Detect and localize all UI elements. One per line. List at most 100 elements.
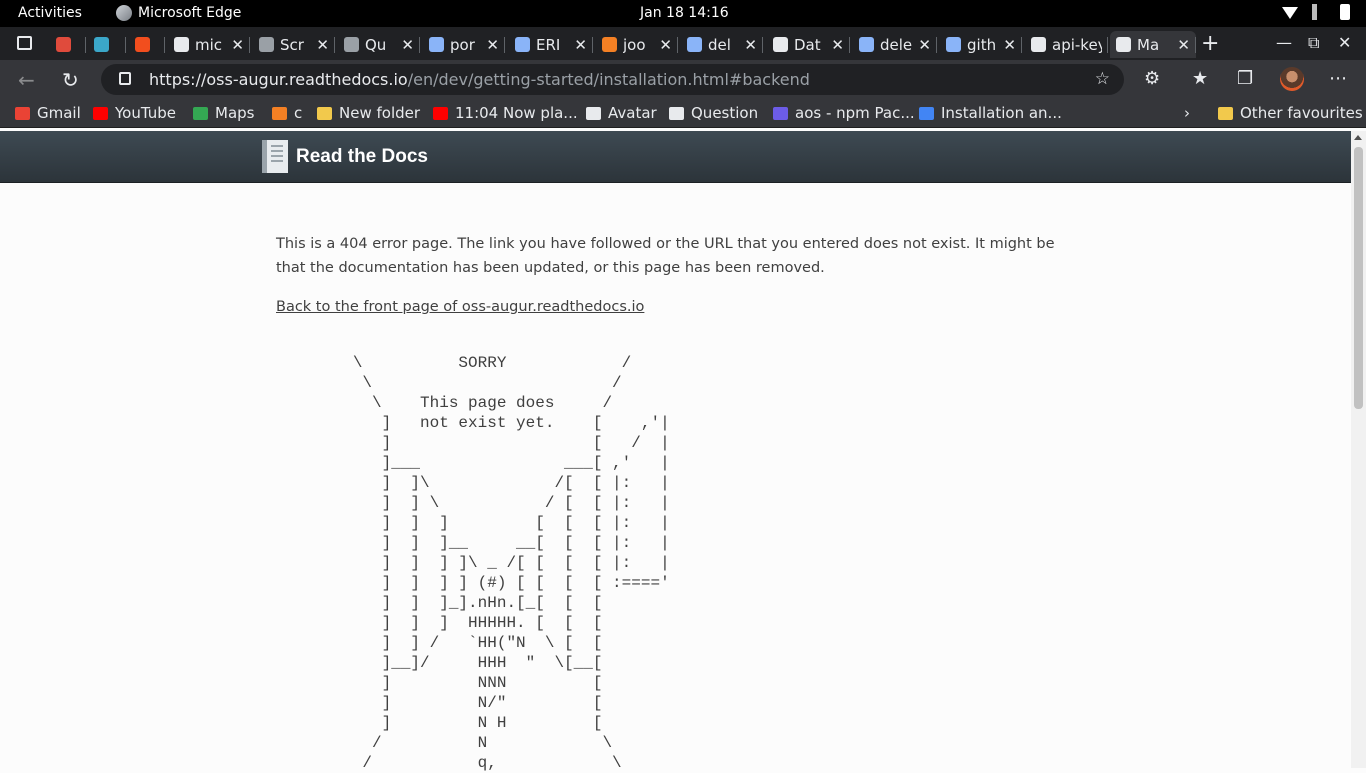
favorite-label: aos - npm Pac...: [795, 104, 915, 122]
workspaces-icon[interactable]: [17, 36, 32, 50]
tab-title: Ma: [1137, 35, 1160, 54]
url-host: https://oss-augur.readthedocs.io: [149, 70, 408, 89]
close-tab-icon[interactable]: ✕: [744, 36, 757, 54]
favorite-item[interactable]: Installation an...: [919, 104, 1062, 122]
favorite-label: Installation an...: [941, 104, 1062, 122]
tab-favicon-icon: [773, 37, 788, 52]
browser-tab[interactable]: Qu ✕: [338, 31, 420, 58]
browser-toolbar: ← ↻ https://oss-augur.readthedocs.io/en/…: [0, 60, 1366, 98]
clock[interactable]: Jan 18 14:16: [640, 5, 729, 21]
close-tab-icon[interactable]: ✕: [1177, 36, 1190, 54]
lock-icon[interactable]: [119, 72, 131, 85]
favorite-label: Question: [691, 104, 759, 122]
tab-separator: [936, 37, 937, 53]
close-tab-icon[interactable]: ✕: [316, 36, 329, 54]
tab-title: Scr: [280, 35, 304, 54]
tab-favicon-icon: [1116, 37, 1131, 52]
close-tab-icon[interactable]: ✕: [918, 36, 931, 54]
tab-favicon-icon: [429, 37, 444, 52]
tab-favicon-icon: [344, 37, 359, 52]
favorite-icon: [93, 106, 108, 120]
close-tab-icon[interactable]: ✕: [659, 36, 672, 54]
browser-tab[interactable]: [129, 31, 165, 58]
favorite-item[interactable]: c: [272, 104, 302, 122]
close-tab-icon[interactable]: ✕: [831, 36, 844, 54]
close-tab-icon[interactable]: ✕: [1003, 36, 1016, 54]
page-scrollbar[interactable]: [1351, 131, 1366, 768]
chevron-right-icon[interactable]: ›: [1184, 104, 1190, 122]
close-tab-icon[interactable]: ✕: [574, 36, 587, 54]
favorite-item[interactable]: New folder: [317, 104, 420, 122]
tab-favicon-icon: [135, 37, 150, 52]
favorite-item[interactable]: Question: [669, 104, 758, 122]
tab-separator: [1195, 37, 1196, 53]
browser-tab[interactable]: por ✕: [423, 31, 505, 58]
back-to-front-page-link[interactable]: Back to the front page of oss-augur.read…: [276, 295, 1066, 319]
more-menu-icon[interactable]: ⋯: [1329, 68, 1347, 89]
activities-button[interactable]: Activities: [18, 5, 82, 21]
tab-separator: [592, 37, 593, 53]
browser-tab[interactable]: mic ✕: [168, 31, 250, 58]
favorite-item[interactable]: aos - npm Pac...: [773, 104, 915, 122]
url-text[interactable]: https://oss-augur.readthedocs.io/en/dev/…: [149, 70, 810, 89]
favorites-icon[interactable]: ★: [1192, 68, 1208, 89]
book-icon: [262, 140, 288, 173]
system-tray[interactable]: [1282, 4, 1350, 20]
browser-tab[interactable]: Dat ✕: [767, 31, 850, 58]
scroll-up-icon[interactable]: [1354, 135, 1362, 140]
favorite-icon: [193, 106, 208, 120]
browser-tab[interactable]: [88, 31, 126, 58]
tab-favicon-icon: [687, 37, 702, 52]
browser-tab[interactable]: Ma ✕: [1110, 31, 1196, 58]
add-favorite-icon[interactable]: ☆: [1095, 69, 1110, 89]
tab-favicon-icon: [259, 37, 274, 52]
browser-tab[interactable]: joo ✕: [596, 31, 678, 58]
browser-tab[interactable]: delete ✕: [853, 31, 937, 58]
scrollbar-thumb[interactable]: [1354, 147, 1363, 409]
tab-title: ERI: [536, 35, 561, 54]
favorite-item[interactable]: Gmail: [15, 104, 81, 122]
minimize-icon[interactable]: —: [1276, 33, 1292, 52]
brand-name: Read the Docs: [296, 145, 428, 167]
tab-separator: [125, 37, 126, 53]
battery-icon: [1340, 4, 1350, 20]
restore-icon[interactable]: ⧉: [1308, 33, 1319, 53]
app-menu[interactable]: Microsoft Edge: [116, 5, 241, 21]
browser-tab[interactable]: Scr ✕: [253, 31, 335, 58]
close-tab-icon[interactable]: ✕: [486, 36, 499, 54]
rtd-logo-link[interactable]: Read the Docs: [262, 140, 428, 173]
collections-icon[interactable]: ❐: [1237, 68, 1253, 89]
browser-tab[interactable]: [50, 31, 86, 58]
favorite-item[interactable]: Maps: [193, 104, 254, 122]
profile-avatar[interactable]: [1280, 67, 1304, 91]
tab-favicon-icon: [946, 37, 961, 52]
close-tab-icon[interactable]: ✕: [401, 36, 414, 54]
reload-icon[interactable]: ↻: [62, 68, 79, 92]
browser-tab[interactable]: ERI ✕: [509, 31, 593, 58]
favorite-item[interactable]: 11:04 Now pla...: [433, 104, 578, 122]
tab-favicon-icon: [1031, 37, 1046, 52]
favorites-bar: Gmail YouTube Maps c New folder 11:04 Now pla…: [0, 98, 1366, 128]
favorite-item[interactable]: YouTube: [93, 104, 176, 122]
close-tab-icon[interactable]: ✕: [231, 36, 244, 54]
address-bar[interactable]: https://oss-augur.readthedocs.io/en/dev/…: [101, 64, 1124, 95]
back-icon[interactable]: ←: [18, 68, 35, 92]
browser-tab[interactable]: github ✕: [940, 31, 1022, 58]
browser-tab[interactable]: api-key: [1025, 31, 1108, 58]
tab-favicon-icon: [94, 37, 109, 52]
tab-title: Dat: [794, 35, 821, 54]
browser-tab[interactable]: del ✕: [681, 31, 763, 58]
favorite-icon: [433, 106, 448, 120]
tab-separator: [849, 37, 850, 53]
tab-separator: [249, 37, 250, 53]
favorite-icon: [586, 106, 601, 120]
new-tab-button[interactable]: +: [1201, 31, 1219, 56]
favorite-label: 11:04 Now pla...: [455, 104, 578, 122]
favorite-label: c: [294, 104, 303, 122]
favorite-item[interactable]: Other favourites: [1218, 104, 1363, 122]
close-window-icon[interactable]: ✕: [1338, 33, 1351, 52]
tab-favicon-icon: [56, 37, 71, 52]
favorite-label: Gmail: [37, 104, 81, 122]
extensions-icon[interactable]: ⚙: [1144, 68, 1160, 89]
favorite-item[interactable]: Avatar: [586, 104, 657, 122]
